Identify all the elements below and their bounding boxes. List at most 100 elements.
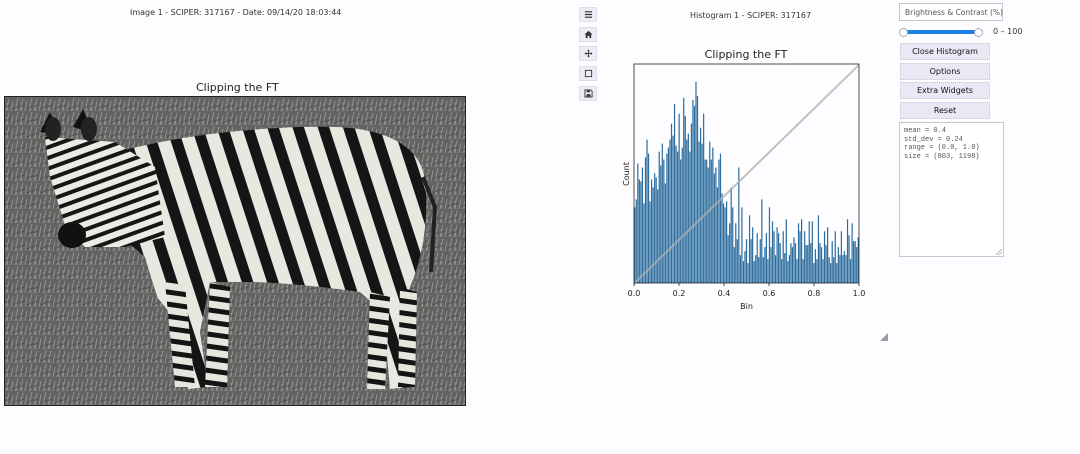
histogram-bar: [830, 263, 832, 283]
histogram-bar: [733, 247, 735, 283]
close-histogram-button[interactable]: Close Histogram: [900, 43, 990, 60]
histogram-bar: [669, 139, 671, 283]
textarea-resize-icon[interactable]: [996, 249, 1002, 255]
histogram-bar: [709, 141, 711, 283]
histogram-bar: [787, 261, 789, 283]
histogram-bar: [758, 257, 760, 283]
histogram-bar: [797, 223, 800, 283]
histogram-bar: [664, 183, 666, 283]
reset-button[interactable]: Reset: [900, 102, 990, 119]
histogram-bar: [853, 241, 855, 283]
x-tick-label: 0.2: [673, 289, 686, 298]
histogram-bar: [816, 259, 818, 283]
histogram-bar: [828, 257, 830, 283]
histogram-bar: [762, 257, 764, 283]
histogram-bar: [660, 165, 662, 283]
histogram-bar: [846, 219, 849, 283]
histogram-bar: [681, 147, 683, 283]
histogram-bar: [820, 247, 823, 283]
histogram-bar: [845, 255, 847, 283]
histogram-bar: [752, 227, 754, 283]
histogram-bar: [848, 235, 850, 283]
histogram-bar: [825, 245, 827, 283]
save-button[interactable]: [579, 86, 597, 101]
x-tick-label: 0.6: [763, 289, 776, 298]
home-button[interactable]: [579, 27, 597, 42]
histogram-bar: [707, 167, 709, 283]
options-button[interactable]: Options: [900, 63, 990, 80]
histogram-bar: [641, 167, 644, 283]
histogram-bar: [675, 145, 677, 283]
x-axis-label: Bin: [740, 302, 753, 311]
histogram-bar: [833, 257, 835, 283]
histogram-bar: [788, 255, 790, 283]
stats-textarea[interactable]: mean = 0.4 std_dev = 0.24 range = (0.0, 1.…: [899, 122, 1004, 257]
menu-icon: [584, 11, 592, 18]
y-axis-label: Count: [622, 162, 631, 186]
histogram-bar: [856, 247, 858, 283]
histogram-bar: [759, 239, 761, 283]
slider-range-text: 0 – 100: [993, 27, 1023, 36]
histogram-bar: [748, 215, 751, 283]
bars-layer: [634, 81, 859, 284]
extra-widgets-button[interactable]: Extra Widgets: [900, 82, 990, 99]
histogram-bar: [761, 199, 763, 283]
histogram-bar: [658, 151, 660, 283]
histogram-bar: [782, 231, 784, 283]
zebra-image[interactable]: [4, 96, 466, 406]
histogram-bar: [822, 259, 824, 283]
histogram-bar: [698, 141, 700, 283]
zebra-image-graphic: [5, 97, 465, 405]
histogram-bar: [721, 193, 723, 283]
histogram-bar: [684, 115, 686, 283]
histogram-chart[interactable]: Clipping the FT 0.0 0.2 0.4 0.6 0.8 1.0 Bin C…: [600, 44, 880, 324]
histogram-bar: [793, 237, 795, 283]
histogram-bar: [840, 231, 843, 283]
histogram-bar: [738, 167, 740, 283]
histogram-bar: [843, 251, 846, 283]
zoom-rect-icon: [584, 69, 592, 78]
zoom-rect-button[interactable]: [579, 66, 597, 81]
histogram-bar: [732, 207, 734, 283]
stat-size: size = (803, 1198): [904, 152, 980, 161]
histogram-bar: [687, 133, 689, 283]
histogram-bar: [666, 153, 668, 283]
histogram-bar: [715, 167, 717, 283]
menu-button[interactable]: [579, 7, 597, 22]
histogram-bar: [808, 221, 810, 283]
histogram-bar: [649, 201, 651, 283]
histogram-bar: [638, 179, 640, 283]
histogram-bar: [791, 247, 794, 283]
histogram-bar: [750, 239, 752, 283]
resize-handle-icon[interactable]: [880, 333, 888, 341]
histogram-bar: [773, 231, 775, 283]
histogram-bar: [767, 259, 769, 283]
histogram-bar: [839, 255, 841, 283]
histogram-bar: [722, 203, 725, 283]
histogram-bar: [661, 143, 663, 283]
histogram-bar: [778, 233, 780, 283]
pan-button[interactable]: [579, 46, 597, 61]
histogram-bar: [851, 223, 853, 283]
slider-min-handle[interactable]: [899, 27, 908, 37]
histogram-bar: [854, 241, 856, 283]
slider-max-handle[interactable]: [974, 27, 983, 37]
histogram-bar: [804, 231, 806, 283]
histogram-header: Histogram 1 - SCIPER: 317167: [690, 11, 812, 20]
histogram-bar: [831, 241, 833, 283]
image-title: Clipping the FT: [196, 81, 279, 94]
histogram-bar: [813, 263, 815, 283]
brightness-slider-track[interactable]: [903, 30, 979, 34]
histogram-bar: [794, 243, 797, 283]
histogram-bar: [785, 219, 787, 283]
histogram-bar: [784, 253, 786, 283]
histogram-bar: [719, 153, 722, 283]
histogram-bar: [744, 251, 746, 283]
histogram-bar: [755, 255, 757, 283]
histogram-bar: [686, 139, 688, 283]
histogram-bar: [644, 157, 647, 283]
x-tick-label: 0.8: [808, 289, 821, 298]
histogram-bar: [739, 255, 741, 283]
histogram-bar: [811, 221, 813, 283]
histogram-bar: [810, 243, 812, 283]
